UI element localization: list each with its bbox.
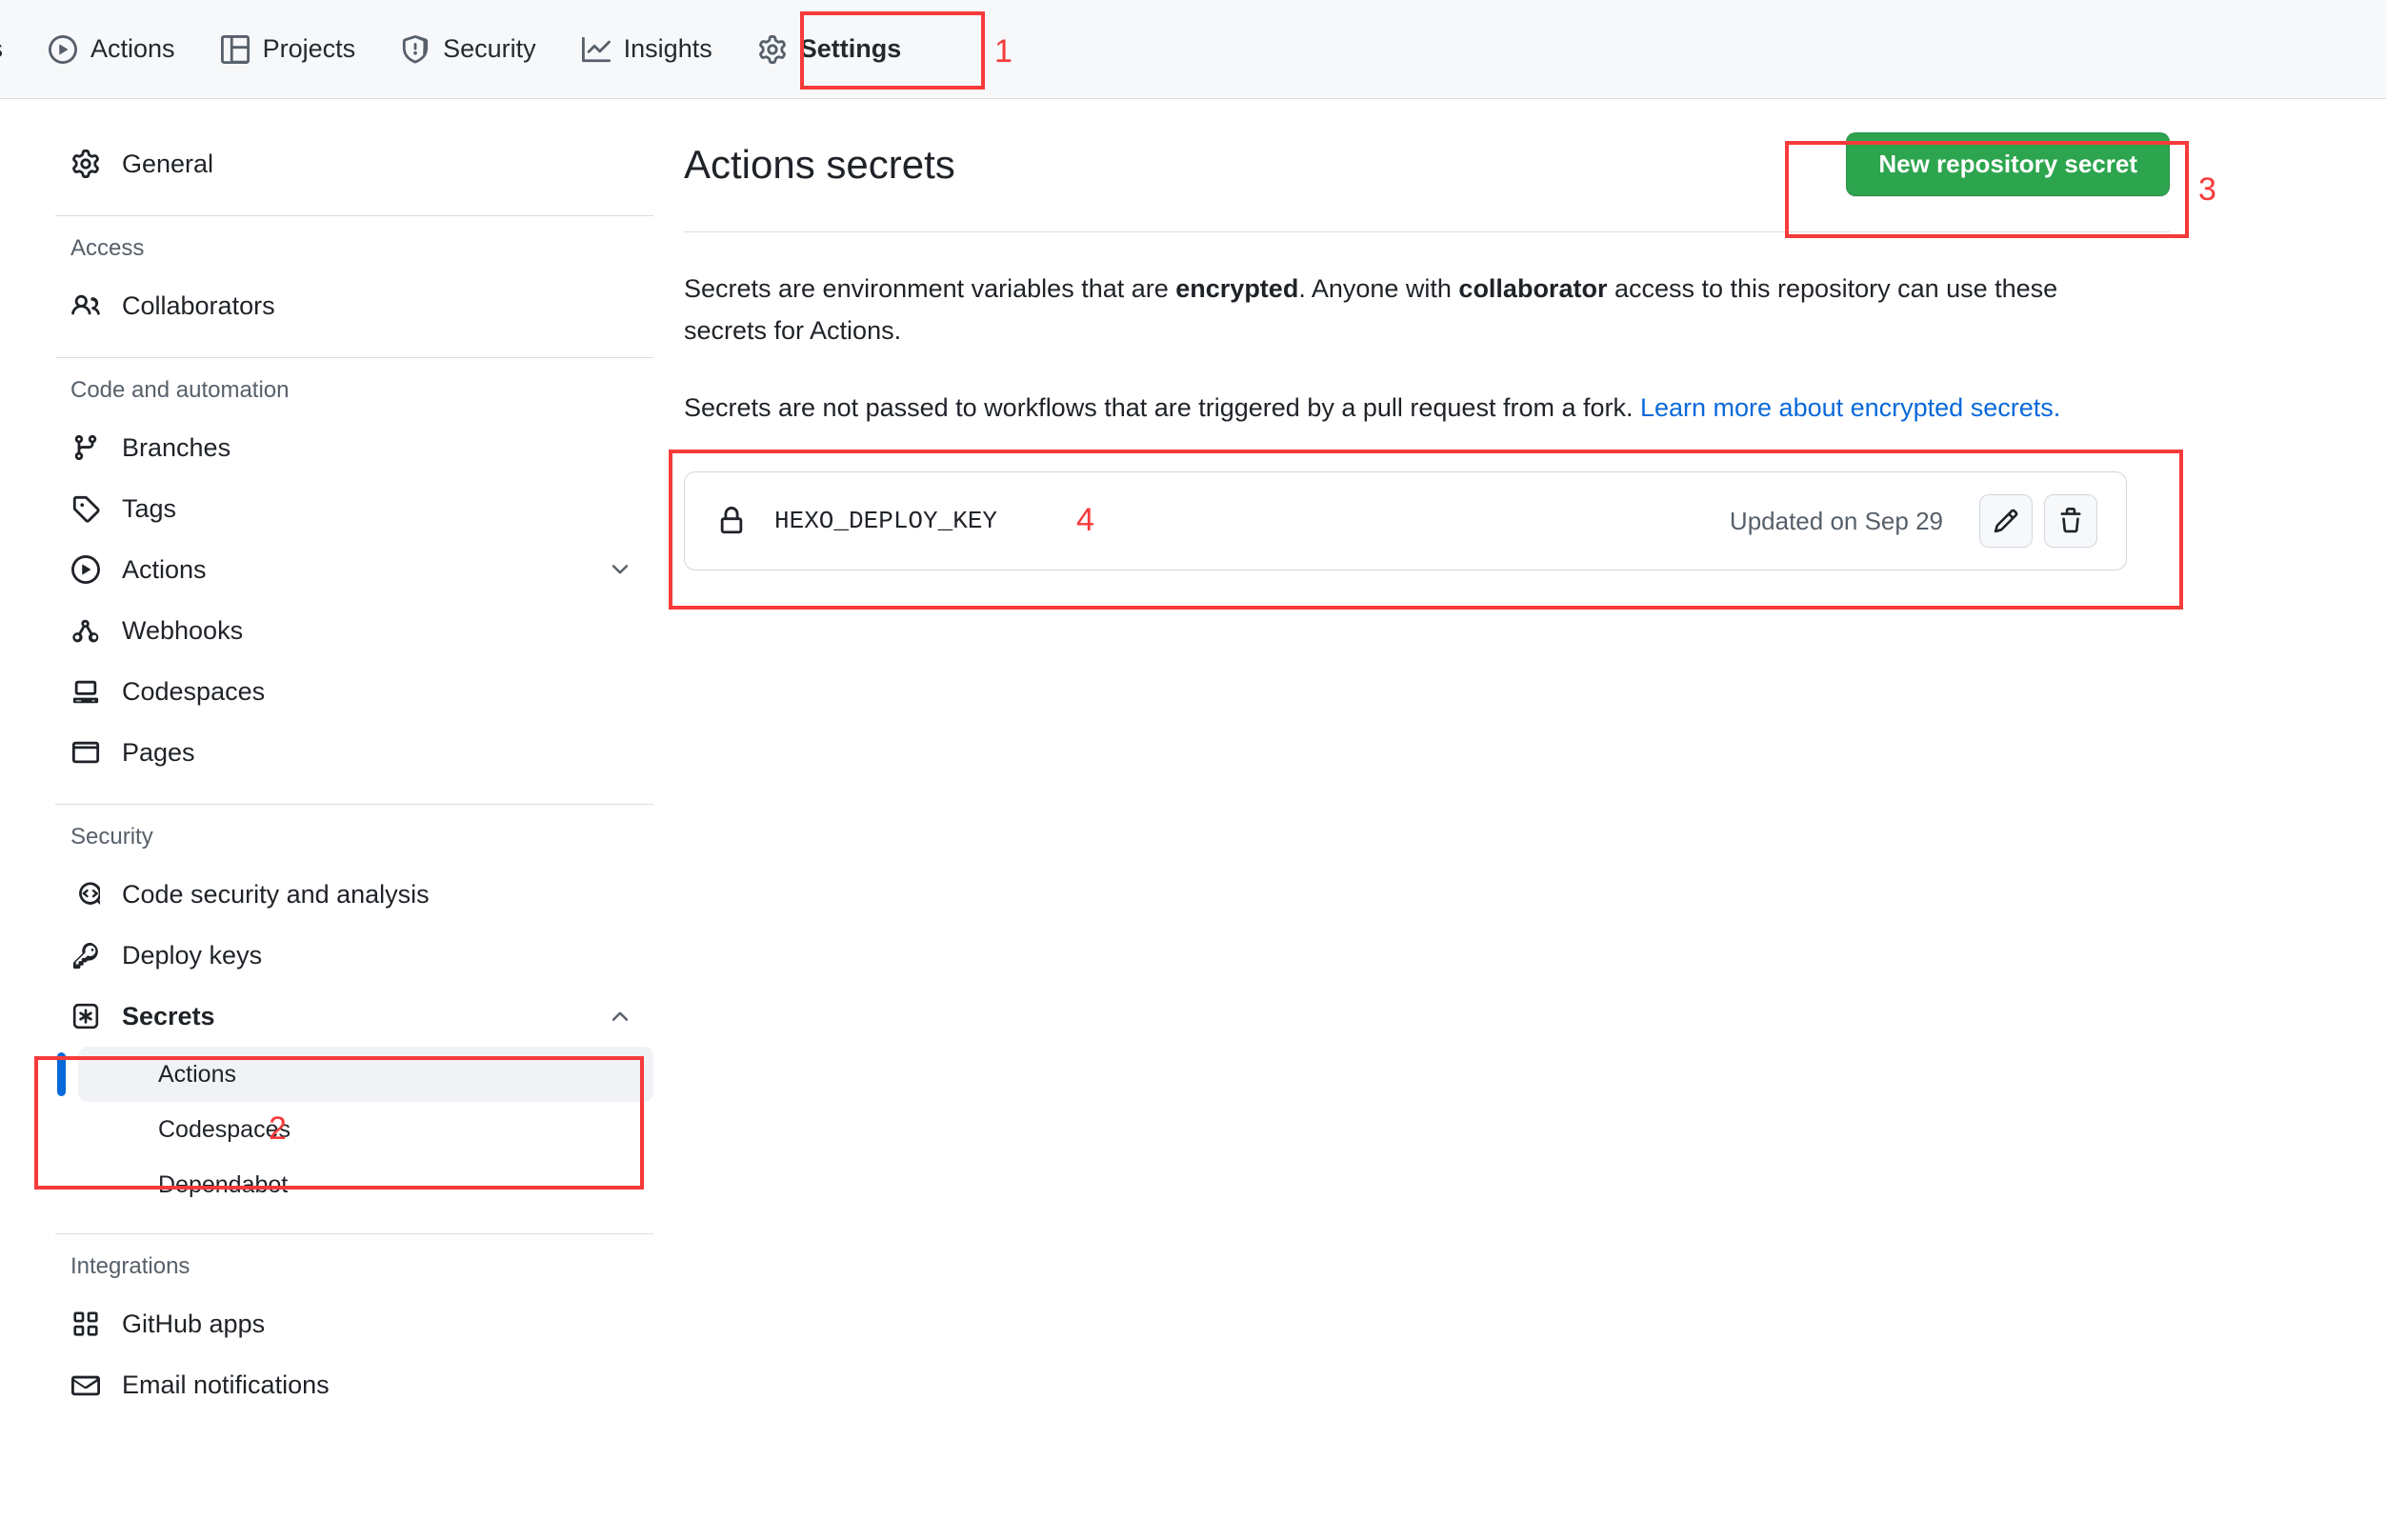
settings-sidebar: General Access Collaborators Code and au…	[55, 133, 659, 1415]
graph-icon	[581, 35, 611, 64]
nav-tab-settings[interactable]: Settings	[735, 0, 925, 99]
secret-updated-date: Updated on Sep 29	[1729, 506, 1943, 535]
sidebar-item-webhooks[interactable]: Webhooks	[55, 600, 659, 661]
sidebar-item-label: Branches	[122, 432, 231, 462]
nav-tab-actions[interactable]: Actions	[26, 0, 198, 99]
sidebar-divider	[55, 357, 653, 358]
sidebar-item-label: Deploy keys	[122, 940, 263, 970]
sidebar-item-label: General	[122, 149, 214, 178]
sidebar-item-collaborators[interactable]: Collaborators	[55, 275, 659, 336]
secret-name: HEXO_DEPLOY_KEY	[774, 507, 998, 536]
nav-tab-security[interactable]: Security	[378, 0, 559, 99]
sidebar-item-label: Email notifications	[122, 1370, 330, 1399]
secrets-fork-paragraph: Secrets are not passed to workflows that…	[684, 388, 2113, 430]
sidebar-section-heading-access: Access	[70, 235, 145, 261]
paragraph2-text: Secrets are not passed to workflows that…	[684, 393, 1640, 423]
annotation-number-2: 2	[269, 1110, 287, 1147]
sidebar-item-tags[interactable]: Tags	[55, 478, 659, 539]
sidebar-item-deploy-keys[interactable]: Deploy keys	[55, 925, 659, 986]
sidebar-divider	[55, 215, 653, 216]
nav-tab-projects[interactable]: Projects	[198, 0, 379, 99]
sidebar-section-heading-code-automation: Code and automation	[70, 377, 290, 403]
git-branch-icon	[70, 433, 101, 462]
nav-tab-label: Insights	[623, 34, 712, 63]
sidebar-item-actions[interactable]: Actions	[55, 539, 659, 600]
mail-icon	[70, 1370, 101, 1399]
sidebar-item-branches[interactable]: Branches	[55, 417, 659, 478]
sidebar-subitem-secrets-codespaces[interactable]: Codespaces	[78, 1102, 653, 1157]
new-repository-secret-button[interactable]: New repository secret	[1846, 132, 2170, 196]
gear-icon	[758, 34, 787, 64]
nav-tab-label: Actions	[90, 34, 175, 63]
asterisk-box-icon	[70, 1002, 101, 1030]
sidebar-item-github-apps[interactable]: GitHub apps	[55, 1293, 659, 1354]
people-icon	[70, 291, 101, 320]
sidebar-section-heading-security: Security	[70, 824, 153, 850]
page-title: Actions secrets	[684, 141, 955, 187]
secret-row-left: HEXO_DEPLOY_KEY	[717, 507, 1730, 535]
nav-tab-label: Projects	[262, 34, 356, 63]
browser-icon	[70, 738, 101, 767]
nav-tab-label: Settings	[799, 34, 902, 63]
chevron-up-icon[interactable]	[608, 1004, 644, 1029]
learn-more-link[interactable]: Learn more about encrypted secrets.	[1640, 393, 2060, 422]
table-icon	[220, 34, 250, 64]
paragraph1-bold-encrypted: encrypted	[1175, 274, 1299, 303]
sidebar-subitem-label: Dependabot	[158, 1170, 289, 1198]
pencil-icon	[1993, 508, 2019, 534]
secret-row[interactable]: HEXO_DEPLOY_KEY Updated on Sep 29	[684, 471, 2127, 571]
sidebar-item-email-notifications[interactable]: Email notifications	[55, 1354, 659, 1415]
sidebar-item-label: Collaborators	[122, 290, 275, 320]
codespaces-icon	[70, 677, 101, 706]
main-header: Actions secrets New repository secret	[684, 132, 2170, 232]
sidebar-subitem-secrets-actions[interactable]: Actions	[57, 1047, 653, 1102]
sidebar-item-code-security-and-analysis[interactable]: Code security and analysis	[55, 864, 659, 925]
code-search-icon	[70, 880, 101, 909]
sidebar-item-label: Actions	[122, 554, 207, 584]
secrets-description-paragraph: Secrets are environment variables that a…	[684, 269, 2113, 351]
nav-tab-label: Security	[443, 34, 536, 63]
sidebar-subitem-label: Actions	[158, 1060, 236, 1088]
annotation-number-1: 1	[994, 33, 1013, 70]
sidebar-subitem-secrets-dependabot[interactable]: Dependabot	[78, 1157, 653, 1212]
shield-alert-icon	[401, 34, 430, 64]
paragraph1-part2: . Anyone with	[1298, 274, 1459, 303]
sidebar-item-label: Pages	[122, 737, 195, 767]
gear-icon	[70, 150, 101, 178]
sidebar-item-label: GitHub apps	[122, 1309, 266, 1338]
sidebar-item-label: Secrets	[122, 1001, 215, 1030]
key-icon	[70, 941, 101, 970]
paragraph1-part1: Secrets are environment variables that a…	[684, 274, 1176, 303]
sidebar-item-general[interactable]: General	[55, 133, 659, 194]
sidebar-item-secrets[interactable]: Secrets	[55, 986, 659, 1047]
play-circle-icon	[49, 34, 78, 64]
sidebar-item-label: Tags	[122, 493, 177, 523]
nav-tab-insights[interactable]: Insights	[559, 0, 735, 99]
sidebar-item-label: Webhooks	[122, 615, 244, 645]
sidebar-item-codespaces[interactable]: Codespaces	[55, 661, 659, 722]
sidebar-divider	[55, 1233, 653, 1234]
nav-tab-pull-requests[interactable]: ts	[0, 0, 26, 99]
webhook-icon	[70, 616, 101, 645]
lock-icon	[717, 507, 746, 535]
annotation-number-4: 4	[1076, 502, 1094, 538]
sidebar-divider	[55, 804, 653, 805]
chevron-down-icon[interactable]	[608, 557, 644, 582]
main-content: Actions secrets New repository secret Se…	[684, 132, 2170, 571]
delete-secret-button[interactable]	[2044, 494, 2097, 549]
repo-nav: ts Actions Projects Security Insights Se…	[0, 0, 2386, 99]
sidebar-item-label: Code security and analysis	[122, 879, 430, 909]
sidebar-section-heading-integrations: Integrations	[70, 1253, 190, 1279]
sidebar-item-pages[interactable]: Pages	[55, 722, 659, 783]
sidebar-item-label: Codespaces	[122, 676, 266, 706]
annotation-number-3: 3	[2198, 171, 2216, 208]
edit-secret-button[interactable]	[1979, 494, 2033, 549]
apps-grid-icon	[70, 1310, 101, 1338]
nav-tab-label: ts	[0, 34, 3, 64]
page-body: General Access Collaborators Code and au…	[0, 99, 2386, 1540]
play-circle-icon	[70, 555, 101, 584]
trash-icon	[2057, 508, 2084, 534]
tag-icon	[70, 494, 101, 523]
paragraph1-bold-collaborator: collaborator	[1458, 274, 1608, 303]
